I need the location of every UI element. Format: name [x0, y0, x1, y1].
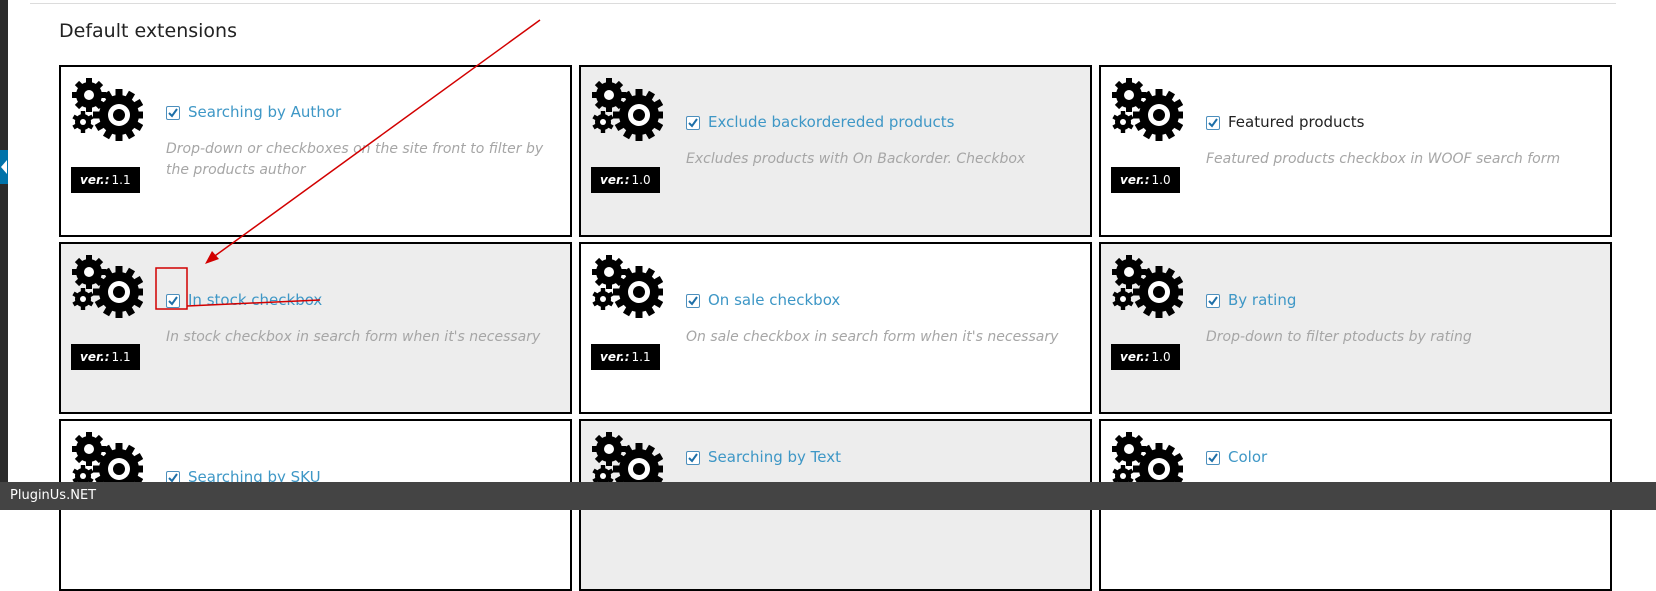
section-title: Default extensions	[59, 20, 237, 42]
extension-description: Drop-down or checkboxes on the site fron…	[166, 141, 544, 178]
extension-description: On sale checkbox in search form when it'…	[686, 329, 1059, 345]
extension-description: Excludes products with On Backorder. Che…	[686, 151, 1026, 167]
extension-title[interactable]: In stock checkbox	[188, 291, 322, 309]
extension-card: By rating Drop-down to filter ptoducts by…	[1099, 242, 1612, 414]
extension-card: In stock checkbox In stock checkbox in se…	[59, 242, 572, 414]
extension-description: In stock checkbox in search form when it…	[166, 329, 541, 345]
footer-bar: PluginUs.NET	[0, 482, 1656, 510]
gears-icon	[71, 254, 145, 326]
extension-card: Featured products Featured products check…	[1099, 65, 1612, 237]
version-label: ver.:	[80, 350, 110, 364]
extension-card: On sale checkbox On sale checkbox in sear…	[579, 242, 1092, 414]
extension-card: Exclude backorderеded products Excludes p…	[579, 65, 1092, 237]
gears-icon	[1111, 77, 1185, 149]
gears-icon	[591, 254, 665, 326]
extension-title[interactable]: Searching by Author	[188, 103, 341, 121]
version-value: 1.1	[631, 350, 651, 364]
gears-icon	[1111, 254, 1185, 326]
gears-icon	[591, 77, 665, 149]
admin-sidebar-edge	[0, 0, 8, 482]
extension-title[interactable]: Color	[1228, 448, 1267, 466]
version-value: 1.0	[1151, 173, 1171, 187]
version-value: 1.0	[631, 173, 651, 187]
extension-card: Searching by Author Drop-down or checkbox…	[59, 65, 572, 237]
divider	[30, 3, 1616, 4]
enable-checkbox[interactable]	[1206, 116, 1220, 130]
extension-title[interactable]: Searching by Text	[708, 448, 841, 466]
enable-checkbox[interactable]	[166, 294, 180, 308]
version-value: 1.1	[111, 173, 131, 187]
extension-description: Drop-down to filter ptoducts by rating	[1206, 329, 1472, 345]
extension-title[interactable]: Exclude backorderеded products	[708, 113, 954, 131]
footer-brand: PluginUs.NET	[10, 488, 97, 503]
enable-checkbox[interactable]	[1206, 451, 1220, 465]
version-label: ver.:	[600, 350, 630, 364]
extension-title: Featured products	[1228, 113, 1365, 131]
version-badge: ver.: 1.1	[591, 344, 660, 370]
version-badge: ver.: 1.0	[591, 167, 660, 193]
version-badge: ver.: 1.0	[1111, 167, 1180, 193]
enable-checkbox[interactable]	[686, 116, 700, 130]
enable-checkbox[interactable]	[1206, 294, 1220, 308]
version-label: ver.:	[600, 173, 630, 187]
extension-title[interactable]: On sale checkbox	[708, 291, 840, 309]
extension-description: Featured products checkbox in WOOF searc…	[1206, 151, 1561, 167]
version-value: 1.0	[1151, 350, 1171, 364]
gears-icon	[71, 77, 145, 149]
collapse-sidebar-tab[interactable]	[0, 150, 8, 184]
extension-title[interactable]: By rating	[1228, 291, 1296, 309]
version-badge: ver.: 1.1	[71, 167, 140, 193]
enable-checkbox[interactable]	[686, 294, 700, 308]
version-label: ver.:	[80, 173, 110, 187]
version-value: 1.1	[111, 350, 131, 364]
enable-checkbox[interactable]	[166, 106, 180, 120]
version-label: ver.:	[1120, 173, 1150, 187]
enable-checkbox[interactable]	[686, 451, 700, 465]
version-label: ver.:	[1120, 350, 1150, 364]
main-content: Default extensions Searching by Author D…	[30, 0, 1656, 591]
version-badge: ver.: 1.1	[71, 344, 140, 370]
version-badge: ver.: 1.0	[1111, 344, 1180, 370]
